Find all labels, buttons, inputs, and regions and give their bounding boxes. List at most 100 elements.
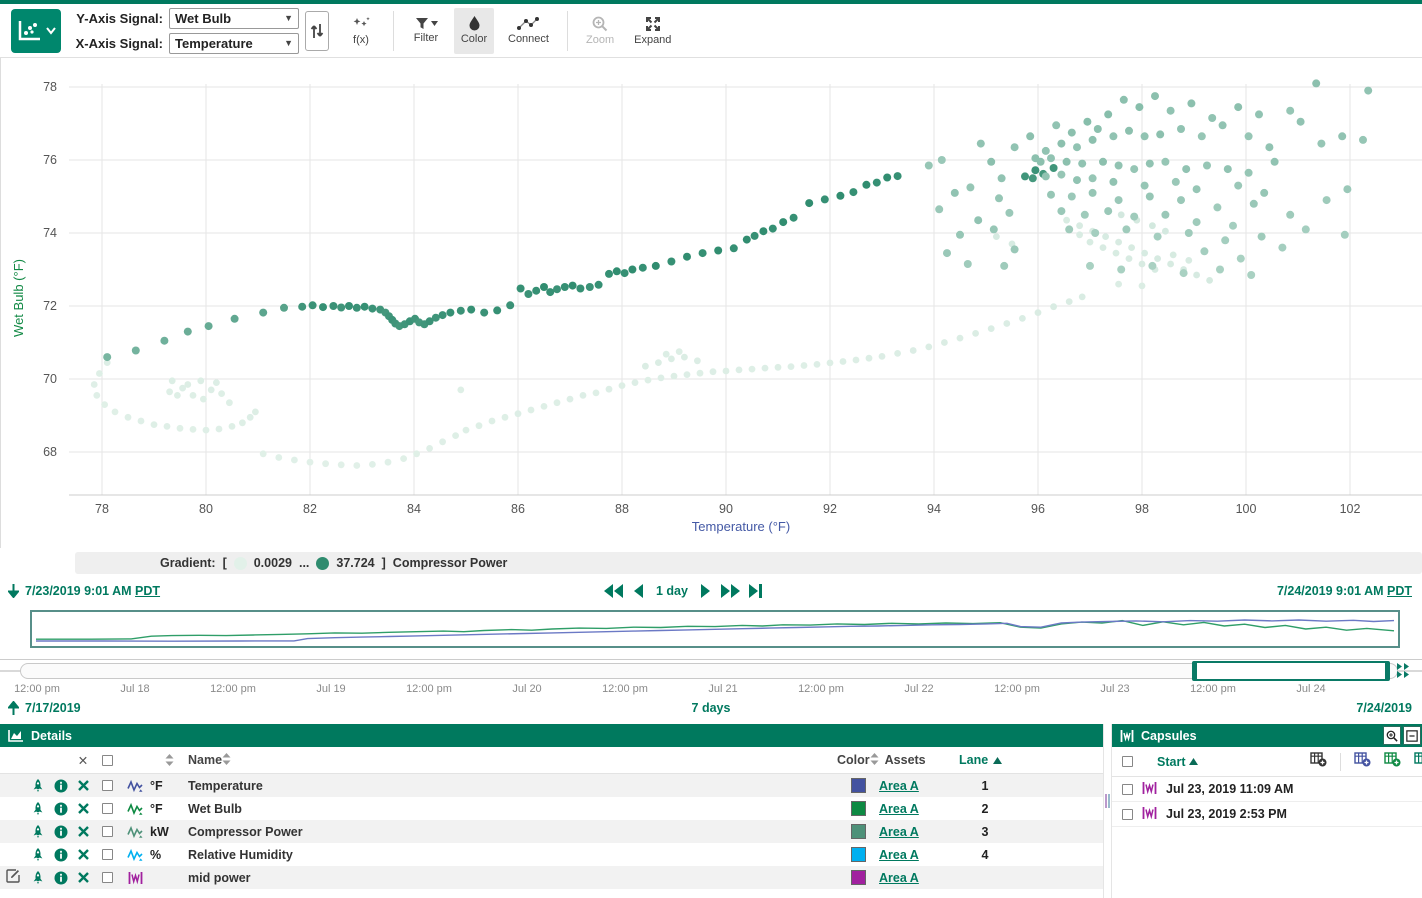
connect-button[interactable]: Connect (502, 8, 555, 54)
swap-axes-button[interactable] (305, 11, 329, 51)
info-icon[interactable] (50, 848, 72, 862)
timezone-link[interactable]: PDT (1387, 584, 1412, 598)
scatter-point (759, 227, 767, 235)
uom-label: kW (150, 825, 188, 839)
add-signal-column-button[interactable] (1354, 752, 1371, 772)
send-to-trend-icon[interactable] (26, 847, 50, 862)
row-checkbox[interactable] (102, 826, 113, 837)
timezone-link[interactable]: PDT (135, 584, 160, 598)
x-axis-signal-select[interactable]: Temperature▼ (169, 33, 299, 54)
color-swatch[interactable] (851, 824, 866, 839)
asset-link[interactable]: Area A (879, 802, 919, 816)
step-size-label[interactable]: 1 day (656, 584, 688, 598)
info-icon[interactable] (50, 871, 72, 885)
investigate-duration[interactable]: 7 days (692, 701, 731, 715)
step-back-icon[interactable] (633, 584, 643, 598)
sort-icon[interactable] (870, 753, 879, 768)
details-row-relative-humidity[interactable]: %Relative HumidityArea A4 (0, 843, 1103, 866)
panel-splitter[interactable] (1103, 724, 1112, 898)
capsules-search-button[interactable] (1383, 726, 1401, 745)
sort-icon[interactable] (222, 753, 231, 768)
scatter-point (1068, 129, 1076, 137)
remove-icon[interactable] (72, 780, 94, 791)
step-forward-much-icon[interactable] (720, 584, 740, 598)
step-back-much-icon[interactable] (604, 584, 624, 598)
lane-column-header[interactable]: Lane (959, 753, 988, 767)
color-swatch[interactable] (851, 847, 866, 862)
scatter-point (990, 225, 998, 233)
filter-button[interactable]: Filter (406, 8, 446, 54)
edit-icon[interactable] (6, 869, 20, 886)
brush-right-handle[interactable] (1385, 662, 1389, 680)
color-swatch[interactable] (851, 801, 866, 816)
scatter-chart[interactable]: 6870727476787880828486889092949698100102… (0, 58, 1422, 548)
step-forward-icon[interactable] (701, 584, 711, 598)
remove-icon[interactable] (72, 849, 94, 860)
expand-button[interactable]: Expand (628, 8, 677, 54)
droplet-icon (469, 16, 480, 31)
capsules-collapse-button[interactable] (1403, 726, 1421, 745)
scatter-point (714, 247, 722, 255)
scatter-point (925, 344, 932, 351)
asset-link[interactable]: Area A (879, 848, 919, 862)
row-checkbox[interactable] (102, 803, 113, 814)
row-checkbox[interactable] (102, 849, 113, 860)
capsules-select-all-checkbox[interactable] (1122, 756, 1133, 767)
info-icon[interactable] (50, 802, 72, 816)
scatter-point (1089, 189, 1097, 197)
send-to-trend-icon[interactable] (26, 870, 50, 885)
asset-link[interactable]: Area A (879, 779, 919, 793)
row-checkbox[interactable] (102, 780, 113, 791)
name-column-header[interactable]: Name (188, 753, 222, 767)
send-to-trend-icon[interactable] (26, 801, 50, 816)
sort-icon[interactable] (150, 754, 188, 766)
asset-link[interactable]: Area A (879, 871, 919, 885)
selection-brush[interactable] (1192, 661, 1390, 681)
assets-column-header[interactable]: Assets (885, 753, 926, 767)
info-icon[interactable] (50, 779, 72, 793)
capsule-checkbox[interactable] (1122, 784, 1133, 795)
fx-button[interactable]: f(x) (341, 8, 381, 54)
remove-icon[interactable] (72, 826, 94, 837)
select-all-checkbox[interactable] (102, 755, 113, 766)
details-row-temperature[interactable]: °FTemperatureArea A1 (0, 774, 1103, 797)
x-tick-label: 82 (303, 502, 317, 516)
investigate-end-date[interactable]: 7/24/2019 (1356, 701, 1412, 715)
remove-icon[interactable] (72, 872, 94, 883)
details-row-wet-bulb[interactable]: °FWet BulbArea A2 (0, 797, 1103, 820)
scatter-point (1151, 92, 1159, 100)
arrow-down-icon[interactable] (8, 584, 19, 598)
asset-link[interactable]: Area A (879, 825, 919, 839)
info-icon[interactable] (50, 825, 72, 839)
capsule-checkbox[interactable] (1122, 809, 1133, 820)
color-column-header[interactable]: Color (837, 753, 870, 767)
capsule-row[interactable]: Jul 23, 2019 2:53 PM (1112, 802, 1422, 827)
scatter-plot-tool-button[interactable] (11, 9, 61, 53)
display-range-start[interactable]: 7/23/2019 9:01 AM PDT (25, 584, 160, 598)
add-condition-column-button[interactable] (1384, 752, 1401, 772)
color-swatch[interactable] (851, 870, 866, 885)
send-to-trend-icon[interactable] (26, 824, 50, 839)
color-button[interactable]: Color (454, 8, 494, 54)
scatter-point (1149, 222, 1156, 229)
remove-icon[interactable] (72, 803, 94, 814)
row-checkbox[interactable] (102, 872, 113, 883)
details-row-mid-power[interactable]: mid powerArea A (0, 866, 1103, 889)
color-swatch[interactable] (851, 778, 866, 793)
arrow-up-icon[interactable] (8, 701, 19, 715)
timeline-tick-label: Jul 21 (708, 683, 737, 695)
add-column-button[interactable] (1310, 752, 1327, 772)
capsule-row[interactable]: Jul 23, 2019 11:09 AM (1112, 777, 1422, 802)
zoom-button[interactable]: Zoom (580, 8, 620, 54)
details-row-compressor-power[interactable]: kWCompressor PowerArea A3 (0, 820, 1103, 843)
add-stat-column-button[interactable] (1414, 752, 1422, 772)
scatter-point (642, 363, 649, 370)
investigate-start-date[interactable]: 7/17/2019 (25, 701, 81, 715)
y-axis-signal-select[interactable]: Wet Bulb▼ (169, 8, 299, 29)
remove-all-icon[interactable]: ✕ (72, 753, 94, 768)
start-column-header[interactable]: Start (1157, 755, 1198, 769)
send-to-trend-icon[interactable] (26, 778, 50, 793)
step-to-end-icon[interactable] (749, 584, 762, 598)
brush-left-handle[interactable] (1193, 662, 1197, 680)
display-range-end[interactable]: 7/24/2019 9:01 AM PDT (1277, 584, 1412, 598)
